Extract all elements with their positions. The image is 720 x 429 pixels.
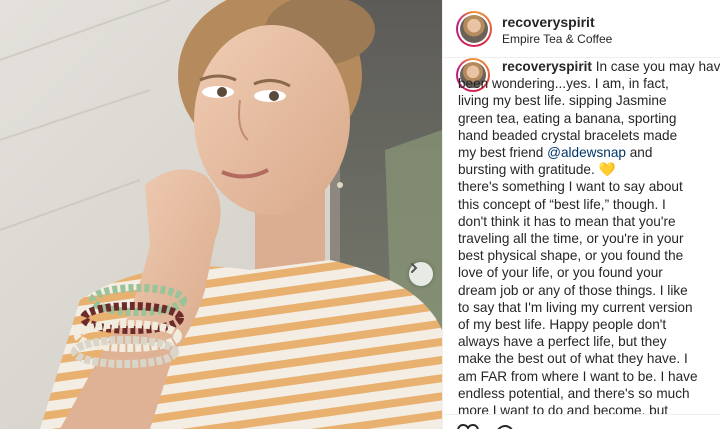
caption-line: traveling all the time, or you're in you… (458, 231, 684, 246)
caption-line: dream job or any of those things. I like (458, 283, 688, 298)
caption-line: make the best out of what they have. I (458, 351, 688, 366)
caption-line: more I want to do and become, but (458, 403, 669, 414)
caption-username[interactable]: recoveryspirit (502, 59, 592, 74)
action-bar (443, 414, 720, 429)
photo-illustration (0, 0, 442, 429)
caption-line: always have a perfect life, but they (458, 334, 667, 349)
caption-line: love of your life, or you found your (458, 265, 663, 280)
caption-line: hand beaded crystal bracelets made (458, 128, 678, 143)
caption-line: bursting with gratitude. 💛 (458, 162, 616, 177)
caption-line: recoveryspirit In case you may have (502, 59, 720, 74)
caption-line: there's something I want to say about (458, 179, 683, 194)
next-photo-button[interactable] (409, 262, 433, 286)
chevron-right-icon (411, 263, 418, 273)
comment-icon[interactable] (495, 424, 517, 429)
caption-line: living my best life. sipping Jasmine (458, 93, 667, 108)
caption-line: am FAR from where I want to be. I have (458, 369, 698, 384)
location-link[interactable]: Empire Tea & Coffee (502, 32, 612, 46)
post-header: recoveryspirit Empire Tea & Coffee (443, 0, 720, 58)
caption-line: my best friend @aldewsnap and (458, 145, 653, 160)
username-link[interactable]: recoveryspirit (502, 14, 595, 30)
post-info-pane: recoveryspirit Empire Tea & Coffee recov… (442, 0, 720, 429)
heart-icon[interactable] (457, 424, 479, 429)
mention-link[interactable]: @aldewsnap (547, 145, 626, 160)
caption-line: been wondering...yes. I am, in fact, (458, 76, 669, 91)
caption-line: best physical shape, or you found the (458, 248, 684, 263)
caption-line: endless potential, and there's so much (458, 386, 690, 401)
caption-line: of my best life. Happy people don't (458, 317, 667, 332)
post-photo[interactable] (0, 0, 442, 429)
caption-area: recoveryspirit In case you may have been… (443, 58, 720, 414)
avatar[interactable] (456, 11, 492, 47)
caption-line: green tea, eating a banana, sporting (458, 111, 677, 126)
caption-line: this concept of “best life,” though. I (458, 197, 666, 212)
caption-line: don't think it has to mean that you're (458, 214, 676, 229)
caption-line: to say that I'm living my current versio… (458, 300, 693, 315)
